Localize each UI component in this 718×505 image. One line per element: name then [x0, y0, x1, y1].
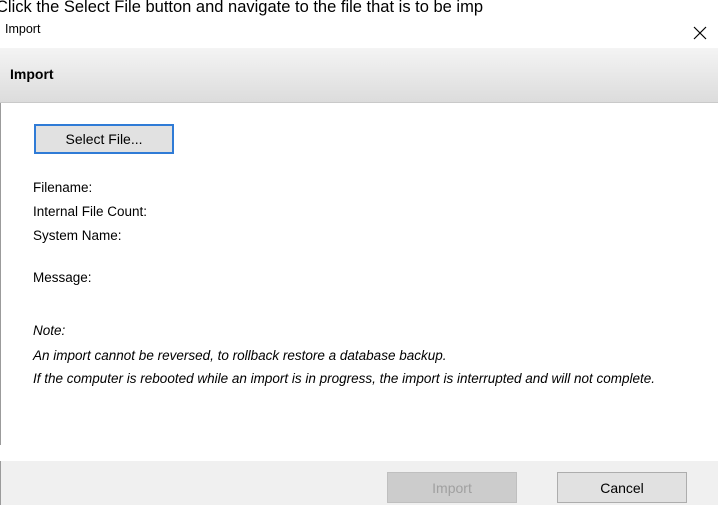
system-name-label: System Name: — [33, 228, 122, 243]
dialog-content: Select File... Filename: Internal File C… — [0, 103, 718, 445]
import-button[interactable]: Import — [387, 472, 517, 503]
note-heading: Note: — [33, 323, 66, 338]
dialog-header: Import — [0, 48, 718, 103]
message-label: Message: — [33, 270, 92, 285]
close-icon — [693, 26, 707, 40]
close-button[interactable] — [682, 18, 718, 48]
instruction-caption: Click the Select File button and navigat… — [0, 0, 484, 16]
import-button-label: Import — [432, 479, 472, 496]
note-line-1: An import cannot be reversed, to rollbac… — [33, 348, 447, 363]
internal-file-count-label: Internal File Count: — [33, 204, 148, 219]
filename-label: Filename: — [33, 180, 93, 195]
import-dialog: Import Import Select File... Filename: I… — [0, 18, 718, 505]
note-line-2: If the computer is rebooted while an imp… — [33, 371, 656, 386]
title-bar: Import — [0, 18, 718, 48]
header-title: Import — [10, 66, 54, 82]
cancel-button[interactable]: Cancel — [557, 472, 687, 503]
cancel-button-label: Cancel — [600, 479, 644, 496]
window-title: Import — [5, 22, 41, 36]
select-file-label: Select File... — [65, 131, 143, 147]
dialog-footer: Import Cancel — [0, 461, 718, 505]
select-file-button[interactable]: Select File... — [34, 124, 174, 154]
